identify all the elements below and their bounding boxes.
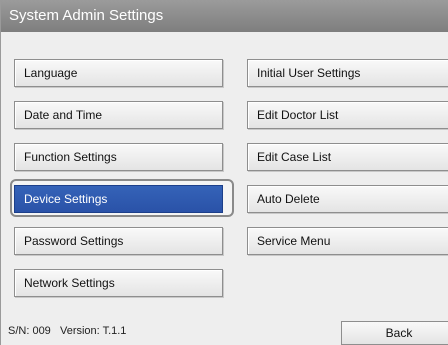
device-settings-button[interactable]: Device Settings bbox=[14, 185, 223, 213]
edit-doctor-list-button[interactable]: Edit Doctor List bbox=[247, 101, 448, 129]
serial-version-text: S/N: 009 Version: T.1.1 bbox=[8, 325, 127, 337]
password-settings-button[interactable]: Password Settings bbox=[14, 227, 223, 255]
service-menu-button[interactable]: Service Menu bbox=[247, 227, 448, 255]
edit-case-list-button[interactable]: Edit Case List bbox=[247, 143, 448, 171]
initial-user-settings-button[interactable]: Initial User Settings bbox=[247, 59, 448, 87]
window-title: System Admin Settings bbox=[1, 0, 448, 32]
back-button[interactable]: Back bbox=[341, 321, 448, 345]
function-settings-button[interactable]: Function Settings bbox=[14, 143, 223, 171]
network-settings-button[interactable]: Network Settings bbox=[14, 269, 223, 297]
settings-window: System Admin Settings Language Date and … bbox=[0, 0, 448, 345]
language-button[interactable]: Language bbox=[14, 59, 223, 87]
auto-delete-button[interactable]: Auto Delete bbox=[247, 185, 448, 213]
date-and-time-button[interactable]: Date and Time bbox=[14, 101, 223, 129]
